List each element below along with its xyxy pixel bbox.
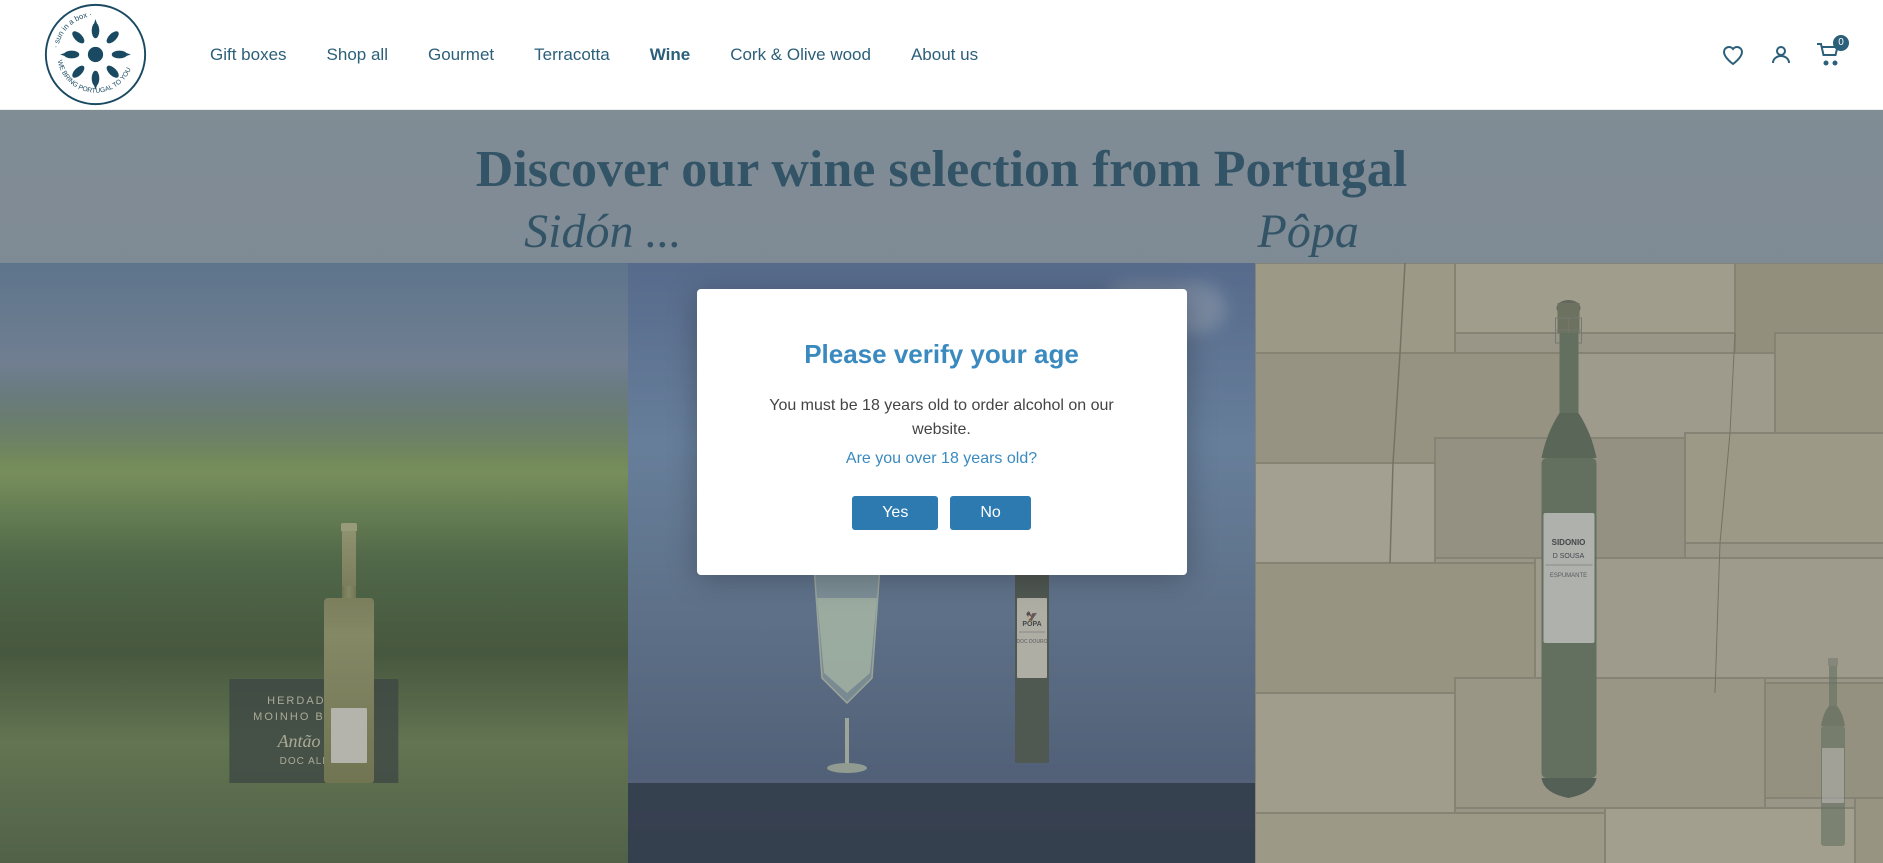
cart-icon[interactable]: 0 <box>1815 41 1843 69</box>
nav-shop-all[interactable]: Shop all <box>327 45 388 65</box>
main-nav: Gift boxes Shop all Gourmet Terracotta W… <box>210 45 1719 65</box>
modal-body-text: You must be 18 years old to order alcoho… <box>747 394 1137 442</box>
nav-wine[interactable]: Wine <box>650 45 690 65</box>
main-content: Discover our wine selection from Portuga… <box>0 110 1883 863</box>
nav-about-us[interactable]: About us <box>911 45 978 65</box>
nav-cork-olive[interactable]: Cork & Olive wood <box>730 45 871 65</box>
modal-buttons: Yes No <box>747 496 1137 530</box>
nav-gift-boxes[interactable]: Gift boxes <box>210 45 287 65</box>
age-yes-button[interactable]: Yes <box>852 496 938 530</box>
header-icons: 0 <box>1719 41 1843 69</box>
account-icon[interactable] <box>1767 41 1795 69</box>
modal-overlay: Please verify your age You must be 18 ye… <box>0 110 1883 863</box>
logo[interactable]: · sun in a box · WE BRING PORTUGAL TO YO… <box>40 0 150 110</box>
age-verification-modal: Please verify your age You must be 18 ye… <box>697 289 1187 575</box>
wishlist-icon[interactable] <box>1719 41 1747 69</box>
modal-title: Please verify your age <box>747 339 1137 370</box>
cart-count: 0 <box>1833 35 1849 51</box>
svg-text:· sun in a box ·: · sun in a box · <box>50 9 92 48</box>
modal-question: Are you over 18 years old? <box>747 450 1137 468</box>
header: · sun in a box · WE BRING PORTUGAL TO YO… <box>0 0 1883 110</box>
age-no-button[interactable]: No <box>950 496 1030 530</box>
nav-gourmet[interactable]: Gourmet <box>428 45 494 65</box>
nav-terracotta[interactable]: Terracotta <box>534 45 610 65</box>
